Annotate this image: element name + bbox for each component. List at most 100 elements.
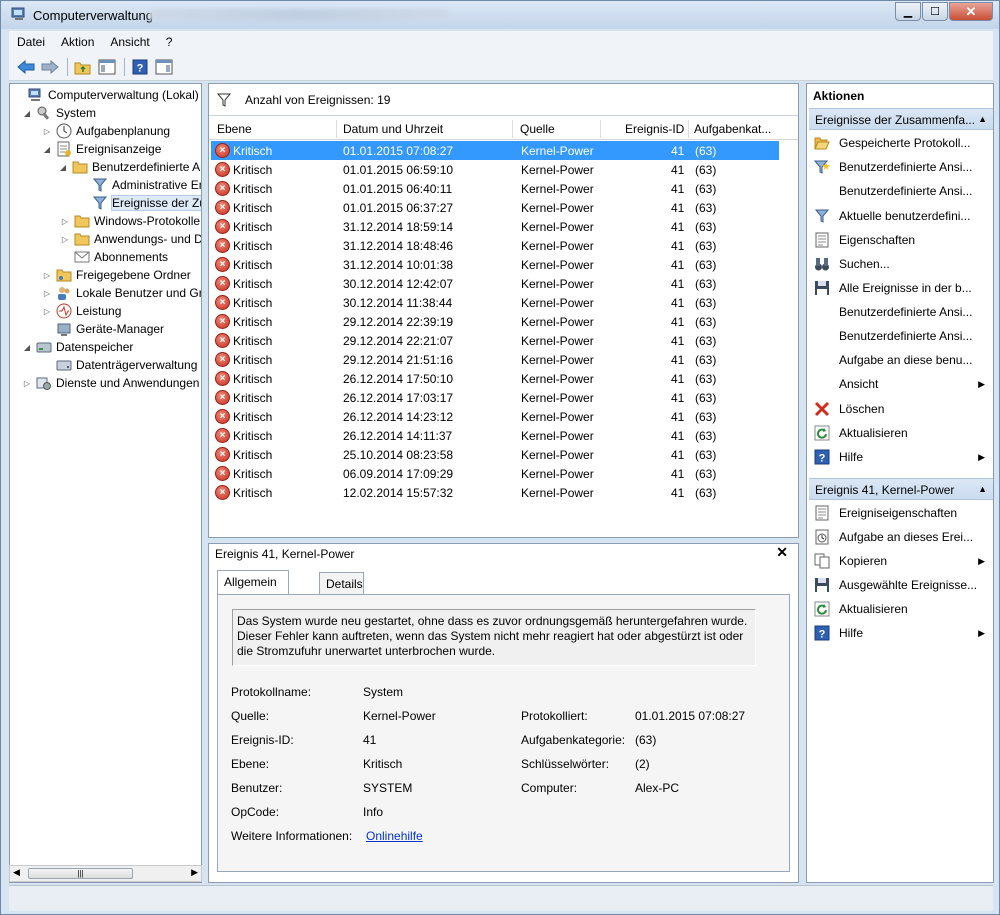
tree-item[interactable]: Computerverwaltung (Lokal) <box>14 86 199 104</box>
tree-item[interactable]: ◢ Ereignisanzeige <box>42 140 161 158</box>
event-row[interactable]: × Kritisch 01.01.2015 06:40:11 Kernel-Power… <box>211 179 779 198</box>
tab-details[interactable]: Details <box>319 572 364 594</box>
event-row[interactable]: × Kritisch 29.12.2014 21:51:16 Kernel-Power… <box>211 350 779 369</box>
minimize-button[interactable]: ▁ <box>895 2 921 21</box>
event-description[interactable]: Das System wurde neu gestartet, ohne das… <box>232 609 756 666</box>
action-item[interactable]: Aktualisieren <box>807 422 991 444</box>
action-item[interactable]: Aufgabe an dieses Erei... <box>807 526 991 548</box>
column-aufgabenkategorie[interactable]: Aufgabenkat... <box>694 122 771 136</box>
action-item[interactable]: Benutzerdefinierte Ansi... <box>807 325 991 347</box>
help-icon[interactable]: ? <box>129 56 151 78</box>
expand-toggle-icon[interactable]: ◢ <box>42 145 52 154</box>
action-item[interactable]: Eigenschaften <box>807 229 991 251</box>
value-ereignis-id[interactable]: 41 <box>363 733 376 747</box>
event-row[interactable]: × Kritisch 26.12.2014 14:23:12 Kernel-Power… <box>211 407 779 426</box>
tree-item[interactable]: Administrative Ereignisse <box>78 176 201 194</box>
online-help-link[interactable]: Onlinehilfe <box>366 829 423 843</box>
tree-item[interactable]: ▷ Dienste und Anwendungen <box>22 374 199 392</box>
action-item[interactable]: Löschen <box>807 398 991 420</box>
event-row[interactable]: × Kritisch 01.01.2015 06:37:27 Kernel-Power… <box>211 198 779 217</box>
forward-arrow-icon[interactable] <box>39 56 61 78</box>
event-row[interactable]: × Kritisch 31.12.2014 18:59:14 Kernel-Power… <box>211 217 779 236</box>
tree-item[interactable]: ◢ System <box>22 104 96 122</box>
event-row[interactable]: × Kritisch 12.02.2014 15:57:32 Kernel-Power… <box>211 483 779 502</box>
menu-help[interactable]: ? <box>158 35 181 49</box>
tree-item[interactable]: ▷ Aufgabenplanung <box>42 122 170 140</box>
action-item[interactable]: Kopieren ▶ <box>807 550 991 572</box>
collapse-icon[interactable]: ▲ <box>978 114 987 124</box>
event-row[interactable]: × Kritisch 31.12.2014 18:48:46 Kernel-Power… <box>211 236 779 255</box>
value-aufgabenkategorie[interactable]: (63) <box>635 733 656 747</box>
value-schluesselwoerter[interactable]: (2) <box>635 757 650 771</box>
action-item[interactable]: Aktualisieren <box>807 598 991 620</box>
value-opcode[interactable]: Info <box>363 805 383 819</box>
action-item[interactable]: Ansicht ▶ <box>807 373 991 395</box>
expand-toggle-icon[interactable]: ▷ <box>60 217 70 226</box>
column-divider[interactable] <box>688 120 689 138</box>
tree-item[interactable]: Geräte-Manager <box>42 320 164 338</box>
action-item[interactable]: Aktuelle benutzerdefini... <box>807 205 991 227</box>
column-datum[interactable]: Datum und Uhrzeit <box>343 122 443 136</box>
column-quelle[interactable]: Quelle <box>520 122 555 136</box>
menu-aktion[interactable]: Aktion <box>53 35 102 49</box>
action-item[interactable]: Alle Ereignisse in der b... <box>807 277 991 299</box>
expand-toggle-icon[interactable]: ▷ <box>60 235 70 244</box>
tree-item[interactable]: Ereignisse der Zusammenfassungsseite <box>78 194 201 212</box>
tree-item[interactable]: Datenträgerverwaltung <box>42 356 197 374</box>
tree-item[interactable]: Abonnements <box>60 248 168 266</box>
maximize-button[interactable]: ☐ <box>922 2 948 21</box>
action-item[interactable]: Benutzerdefinierte Ansi... <box>807 156 991 178</box>
value-ebene[interactable]: Kritisch <box>363 757 402 771</box>
event-row[interactable]: × Kritisch 30.12.2014 12:42:07 Kernel-Power… <box>211 274 779 293</box>
tree-item[interactable]: ▷ Lokale Benutzer und Gruppen <box>42 284 201 302</box>
event-row[interactable]: × Kritisch 25.10.2014 08:23:58 Kernel-Power… <box>211 445 779 464</box>
action-item[interactable]: Benutzerdefinierte Ansi... <box>807 180 991 202</box>
tree-item[interactable]: ▷ Leistung <box>42 302 121 320</box>
expand-toggle-icon[interactable]: ▷ <box>42 127 52 136</box>
tree-item[interactable]: ◢ Benutzerdefinierte Ansichten <box>58 158 201 176</box>
expand-toggle-icon[interactable]: ◢ <box>22 343 32 352</box>
scroll-left-icon[interactable]: ◀ <box>13 867 20 878</box>
event-row[interactable]: × Kritisch 01.01.2015 07:08:27 Kernel-Power… <box>211 141 779 160</box>
scroll-right-icon[interactable]: ▶ <box>191 867 198 878</box>
event-row[interactable]: × Kritisch 29.12.2014 22:39:19 Kernel-Power… <box>211 312 779 331</box>
expand-toggle-icon[interactable]: ▷ <box>42 289 52 298</box>
expand-toggle-icon[interactable]: ◢ <box>22 109 32 118</box>
event-row[interactable]: × Kritisch 26.12.2014 14:11:37 Kernel-Power… <box>211 426 779 445</box>
column-divider[interactable] <box>336 120 337 138</box>
tree-item[interactable]: ◢ Datenspeicher <box>22 338 133 356</box>
tree-horizontal-scrollbar[interactable]: ◀ ||| ▶ <box>9 865 202 882</box>
event-row[interactable]: × Kritisch 06.09.2014 17:09:29 Kernel-Power… <box>211 464 779 483</box>
value-protokolliert[interactable]: 01.01.2015 07:08:27 <box>635 709 745 723</box>
column-divider[interactable] <box>600 120 601 138</box>
menu-datei[interactable]: Datei <box>9 35 53 49</box>
expand-toggle-icon[interactable]: ▷ <box>42 271 52 280</box>
tree-item[interactable]: ▷ Anwendungs- und Dienstprotokolle <box>60 230 201 248</box>
menu-ansicht[interactable]: Ansicht <box>102 35 157 49</box>
column-ebene[interactable]: Ebene <box>217 122 252 136</box>
close-button[interactable]: ✕ <box>949 2 993 21</box>
value-computer[interactable]: Alex-PC <box>635 781 679 795</box>
event-row[interactable]: × Kritisch 26.12.2014 17:50:10 Kernel-Power… <box>211 369 779 388</box>
action-item[interactable]: ? Hilfe ▶ <box>807 446 991 468</box>
expand-toggle-icon[interactable]: ▷ <box>22 379 32 388</box>
expand-toggle-icon[interactable]: ◢ <box>58 163 68 172</box>
event-row[interactable]: × Kritisch 30.12.2014 11:38:44 Kernel-Power… <box>211 293 779 312</box>
action-item[interactable]: Benutzerdefinierte Ansi... <box>807 301 991 323</box>
action-item[interactable]: ? Hilfe ▶ <box>807 622 991 644</box>
action-item[interactable]: Aufgabe an diese benu... <box>807 349 991 371</box>
scroll-thumb[interactable]: ||| <box>28 868 133 879</box>
back-arrow-icon[interactable] <box>15 56 37 78</box>
detail-close-icon[interactable]: ✕ <box>776 544 788 561</box>
title-bar[interactable]: Computerverwaltung ▁ ☐ ✕ <box>1 1 999 29</box>
column-divider[interactable] <box>512 120 513 138</box>
show-hide-action-icon[interactable] <box>153 56 175 78</box>
action-item[interactable]: Suchen... <box>807 253 991 275</box>
value-quelle[interactable]: Kernel-Power <box>363 709 436 723</box>
value-protokollname[interactable]: System <box>363 685 403 699</box>
event-row[interactable]: × Kritisch 01.01.2015 06:59:10 Kernel-Power… <box>211 160 779 179</box>
tree-item[interactable]: ▷ Windows-Protokolle <box>60 212 200 230</box>
action-item[interactable]: Ereigniseigenschaften <box>807 502 991 524</box>
expand-toggle-icon[interactable]: ▷ <box>42 307 52 316</box>
event-row[interactable]: × Kritisch 29.12.2014 22:21:07 Kernel-Power… <box>211 331 779 350</box>
